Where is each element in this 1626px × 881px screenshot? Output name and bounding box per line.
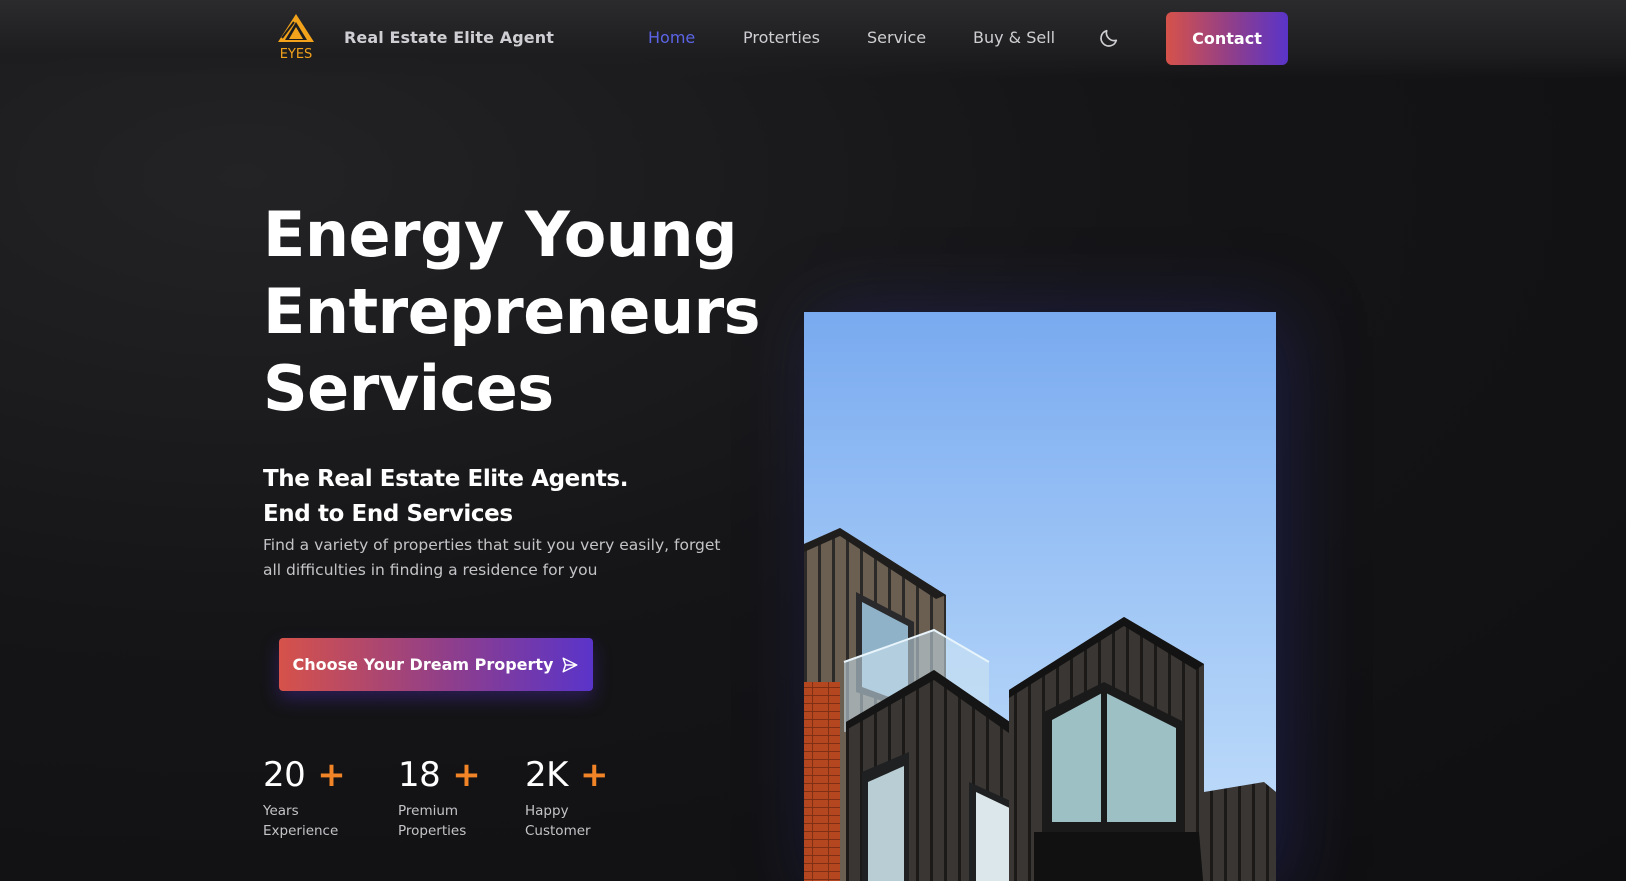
subtitle-line: End to End Services [263,501,513,527]
send-icon [562,657,578,672]
logo[interactable]: EYES [276,14,316,62]
choose-property-button[interactable]: Choose Your Dream Property [279,638,593,691]
stat-years-experience: 20 + Years Experience [263,755,346,841]
stat-value: 2K [525,755,568,795]
stat-label: Customer [525,823,591,839]
hero-description: Find a variety of properties that suit y… [263,536,721,579]
contact-button[interactable]: Contact [1166,12,1288,65]
subtitle-line: The Real Estate Elite Agents. [263,466,629,492]
stat-label: Properties [398,823,467,839]
stat-label: Happy [525,803,569,819]
stat-value: 18 [398,755,441,795]
stat-plus: + [317,755,346,795]
nav-item-service[interactable]: Service [867,28,926,47]
stat-label: Premium [398,803,459,819]
hero-building-image [804,312,1276,881]
hero-title-line: Entrepreneurs [263,275,761,348]
hero-title-line: Services [263,352,554,425]
header: EYES Real Estate Elite Agent Home Proter… [0,0,1626,78]
nav-item-buy-sell[interactable]: Buy & Sell [973,28,1055,47]
page: EYES Real Estate Elite Agent Home Proter… [0,0,1626,881]
stat-premium-properties: 18 + Premium Properties [398,755,481,841]
theme-toggle-button[interactable] [1098,27,1120,49]
stat-plus: + [579,755,609,795]
stat-happy-customer: 2K + Happy Customer [525,755,608,841]
hero-subtitle: The Real Estate Elite Agents. End to End… [263,462,628,532]
cta-label: Choose Your Dream Property [292,655,554,674]
stat-label: Years [263,803,299,819]
nav-item-properties[interactable]: Proterties [743,28,820,47]
brand-name[interactable]: Real Estate Elite Agent [344,28,554,47]
logo-icon: EYES [278,14,314,62]
stat-label: Experience [263,823,339,839]
hero-title-line: Energy Young [263,198,737,271]
moon-icon [1100,29,1118,47]
hero-title: Energy Young Entrepreneurs Services [263,196,761,427]
stat-value: 20 [263,755,306,795]
nav-item-home[interactable]: Home [648,28,695,47]
stat-plus: + [452,755,481,795]
svg-text:EYES: EYES [280,47,313,60]
